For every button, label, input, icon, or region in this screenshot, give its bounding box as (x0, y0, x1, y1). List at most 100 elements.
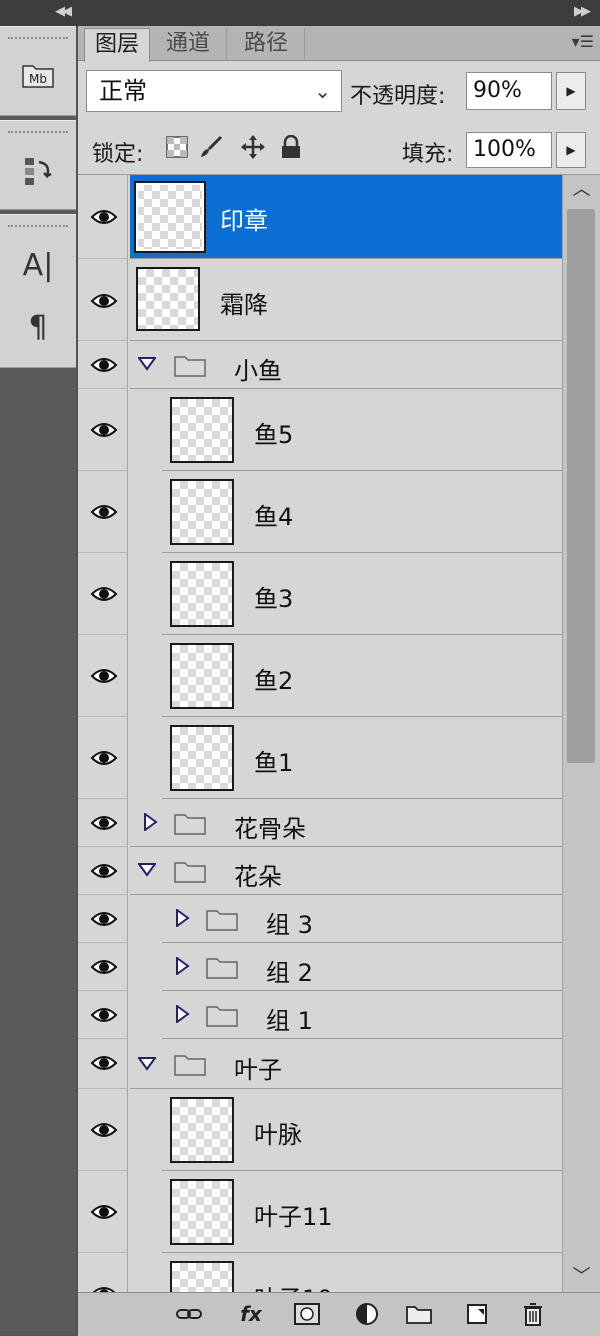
collapsed-triangle-icon[interactable] (174, 957, 192, 975)
group-name[interactable]: 小鱼 (234, 351, 282, 386)
expand-triangle-icon[interactable] (138, 1055, 156, 1073)
scroll-down-arrow-icon[interactable]: ﹀ (563, 1262, 600, 1292)
visibility-toggle[interactable] (78, 635, 128, 717)
opacity-slider-button[interactable]: ▶ (556, 72, 586, 110)
layer-row[interactable]: 霜降 (78, 259, 562, 341)
dock-grip[interactable] (8, 37, 68, 43)
group-name[interactable]: 花朵 (234, 857, 282, 892)
dock-grip[interactable] (8, 131, 68, 137)
mini-bridge-text: Mb (29, 72, 47, 86)
layer-thumbnail (170, 1179, 234, 1245)
collapsed-triangle-icon[interactable] (174, 909, 192, 927)
folder-icon (206, 958, 238, 979)
scroll-up-arrow-icon[interactable]: ︿ (563, 175, 600, 205)
layer-name[interactable]: 叶子11 (254, 1197, 333, 1232)
blend-mode-select[interactable]: 正常 ⌄ (86, 70, 342, 112)
new-layer-icon[interactable] (462, 1299, 492, 1329)
visibility-toggle[interactable] (78, 847, 128, 895)
mini-bridge-button[interactable]: Mb (18, 55, 58, 95)
layers-scrollbar[interactable]: ︿ ﹀ (562, 175, 600, 1292)
layer-name[interactable]: 鱼2 (254, 661, 293, 696)
collapse-left-icon[interactable]: ◀◀ (55, 4, 72, 19)
layer-row[interactable]: 叶子10 (78, 1253, 562, 1292)
visibility-toggle[interactable] (78, 1089, 128, 1171)
dock-grip[interactable] (8, 225, 68, 231)
visibility-toggle[interactable] (78, 943, 128, 991)
layer-name[interactable]: 叶子10 (254, 1279, 333, 1292)
group-row[interactable]: 小鱼 (78, 341, 562, 389)
layer-row[interactable]: 叶脉 (78, 1089, 562, 1171)
visibility-toggle[interactable] (78, 341, 128, 389)
layer-name[interactable]: 鱼3 (254, 579, 293, 614)
group-name[interactable]: 组 1 (266, 1001, 313, 1036)
lock-all-icon[interactable] (278, 134, 304, 160)
group-row[interactable]: 组 1 (78, 991, 562, 1039)
group-name[interactable]: 叶子 (234, 1050, 282, 1085)
layer-row[interactable]: 鱼3 (78, 553, 562, 635)
visibility-toggle[interactable] (78, 389, 128, 471)
collapsed-triangle-icon[interactable] (174, 1005, 192, 1023)
tab-channels[interactable]: 通道 (150, 28, 227, 60)
layer-row[interactable]: 鱼1 (78, 717, 562, 799)
visibility-toggle[interactable] (78, 471, 128, 553)
layer-name[interactable]: 印章 (220, 201, 268, 236)
layer-name[interactable]: 霜降 (220, 285, 268, 320)
expand-right-icon[interactable]: ▶▶ (574, 4, 591, 19)
visibility-toggle[interactable] (78, 895, 128, 943)
tab-paths[interactable]: 路径 (228, 28, 305, 60)
lock-image-pixels-icon[interactable] (198, 134, 224, 160)
layer-row[interactable]: 鱼5 (78, 389, 562, 471)
eye-icon (90, 912, 118, 926)
adjustment-layer-icon[interactable] (352, 1299, 382, 1329)
expand-triangle-icon[interactable] (138, 355, 156, 373)
tab-layers[interactable]: 图层 (84, 28, 150, 62)
lock-transparent-pixels-icon[interactable] (164, 134, 190, 160)
layer-name[interactable]: 鱼1 (254, 743, 293, 778)
layer-content: 鱼5 (162, 389, 562, 471)
eye-icon (90, 1008, 118, 1022)
panel-menu-icon[interactable]: ▾☰ (572, 32, 594, 51)
visibility-toggle[interactable] (78, 553, 128, 635)
layer-effects-fx-icon[interactable]: fx (236, 1299, 266, 1329)
layer-thumbnail (170, 725, 234, 791)
visibility-toggle[interactable] (78, 1253, 128, 1292)
fill-slider-button[interactable]: ▶ (556, 132, 586, 168)
layer-row[interactable]: 鱼4 (78, 471, 562, 553)
visibility-toggle[interactable] (78, 259, 128, 341)
layer-row[interactable]: 印章 (78, 175, 562, 259)
link-layers-icon[interactable] (174, 1299, 204, 1329)
group-row[interactable]: 组 2 (78, 943, 562, 991)
visibility-toggle[interactable] (78, 1171, 128, 1253)
group-name[interactable]: 组 3 (266, 905, 313, 940)
layer-name[interactable]: 叶脉 (254, 1115, 302, 1150)
group-name[interactable]: 组 2 (266, 953, 313, 988)
scroll-thumb[interactable] (567, 209, 595, 763)
delete-layer-trash-icon[interactable] (518, 1299, 548, 1329)
visibility-toggle[interactable] (78, 717, 128, 799)
group-row[interactable]: 花骨朵 (78, 799, 562, 847)
layer-row[interactable]: 鱼2 (78, 635, 562, 717)
layer-name[interactable]: 鱼5 (254, 415, 293, 450)
character-button[interactable]: A| (18, 245, 58, 285)
new-group-folder-icon[interactable] (404, 1299, 434, 1329)
collapsed-triangle-icon[interactable] (142, 813, 160, 831)
group-row[interactable]: 叶子 (78, 1039, 562, 1089)
layer-row[interactable]: 叶子11 (78, 1171, 562, 1253)
layer-name[interactable]: 鱼4 (254, 497, 293, 532)
visibility-toggle[interactable] (78, 991, 128, 1039)
lock-position-icon[interactable] (240, 134, 266, 160)
layer-thumbnail (170, 479, 234, 545)
history-button[interactable] (18, 151, 58, 191)
paragraph-button[interactable]: ¶ (18, 307, 58, 347)
visibility-toggle[interactable] (78, 175, 128, 259)
expand-triangle-icon[interactable] (138, 861, 156, 879)
group-row[interactable]: 组 3 (78, 895, 562, 943)
fill-field[interactable]: 100% (466, 132, 552, 168)
add-layer-mask-icon[interactable] (292, 1299, 322, 1329)
visibility-toggle[interactable] (78, 799, 128, 847)
group-name[interactable]: 花骨朵 (234, 809, 306, 844)
layer-content: 鱼1 (162, 717, 562, 799)
opacity-field[interactable]: 90% (466, 72, 552, 110)
group-row[interactable]: 花朵 (78, 847, 562, 895)
visibility-toggle[interactable] (78, 1039, 128, 1089)
